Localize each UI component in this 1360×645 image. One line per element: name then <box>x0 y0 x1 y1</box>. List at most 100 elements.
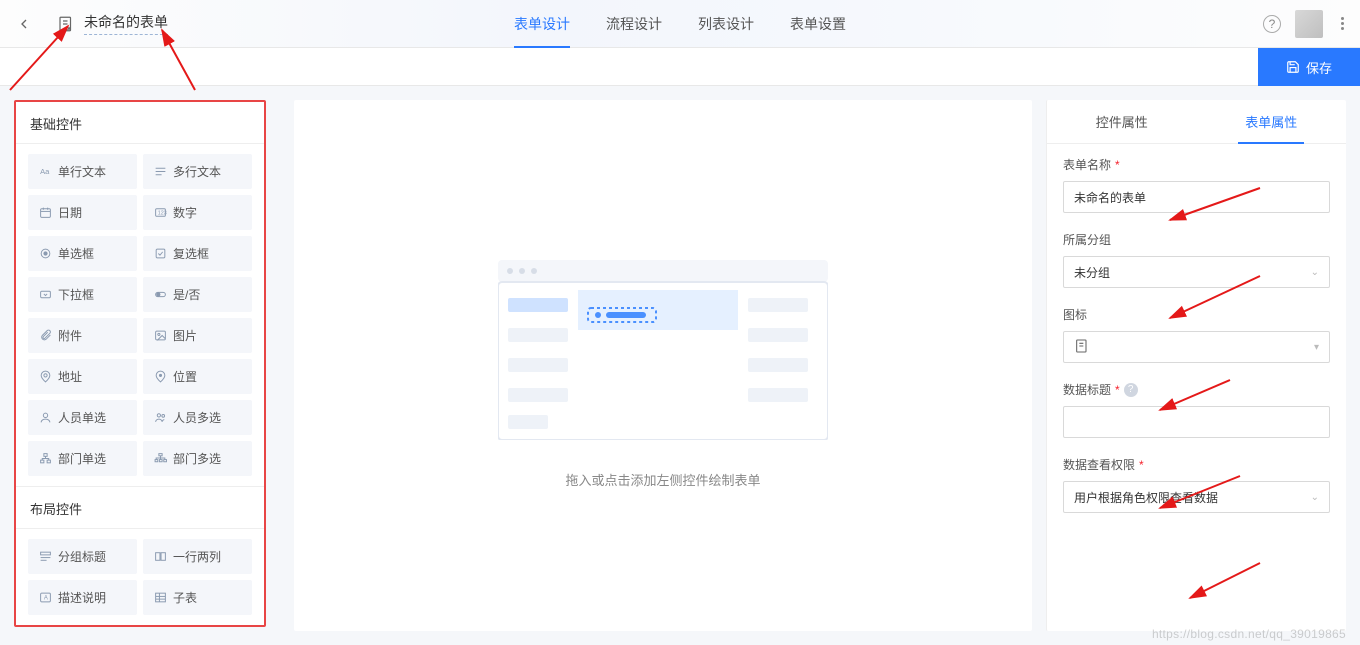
widget-item-label: 人员单选 <box>58 409 106 426</box>
more-menu-icon[interactable] <box>1337 13 1348 34</box>
widget-multitext[interactable]: 多行文本 <box>143 154 252 189</box>
location-icon <box>153 370 167 384</box>
top-tabs: 表单设计 流程设计 列表设计 表单设置 <box>514 0 846 48</box>
basic-widgets-grid: Aa 单行文本 多行文本日期 123 数字单选框 复选框下拉框 是/否附件 图片地址 位置人员单… <box>16 144 264 486</box>
widget-item-label: 单选框 <box>58 245 94 262</box>
number-icon: 123 <box>153 206 167 220</box>
select-view-permission-value: 用户根据角色权限查看数据 <box>1074 489 1218 506</box>
widget-user[interactable]: 人员单选 <box>28 400 137 435</box>
widget-text[interactable]: Aa 单行文本 <box>28 154 137 189</box>
dept-icon <box>38 452 52 466</box>
chevron-down-icon: ▾ <box>1314 342 1319 353</box>
canvas-dropzone[interactable]: 拖入或点击添加左侧控件绘制表单 <box>294 100 1032 631</box>
widget-item-label: 单行文本 <box>58 163 106 180</box>
icon-preview <box>1074 338 1090 357</box>
tab-form-settings[interactable]: 表单设置 <box>790 0 846 48</box>
users-icon <box>153 411 167 425</box>
tab-flow-design[interactable]: 流程设计 <box>606 0 662 48</box>
label-view-permission: 数据查看权限* <box>1063 456 1330 473</box>
checkbox-icon <box>153 247 167 261</box>
save-button-label: 保存 <box>1306 58 1332 77</box>
desc-icon: A <box>38 591 52 605</box>
subtable-icon <box>153 591 167 605</box>
widget-location[interactable]: 位置 <box>143 359 252 394</box>
form-title[interactable]: 未命名的表单 <box>84 12 168 35</box>
help-icon[interactable]: ? <box>1263 15 1281 33</box>
widget-attach[interactable]: 附件 <box>28 318 137 353</box>
svg-text:A: A <box>43 596 47 602</box>
select-group-value: 未分组 <box>1074 264 1110 281</box>
help-icon[interactable]: ? <box>1124 383 1138 397</box>
user-icon <box>38 411 52 425</box>
svg-text:Aa: Aa <box>40 167 50 176</box>
image-icon <box>153 329 167 343</box>
svg-text:123: 123 <box>157 211 166 217</box>
tab-list-design[interactable]: 列表设计 <box>698 0 754 48</box>
select-view-permission[interactable]: 用户根据角色权限查看数据 ⌄ <box>1063 481 1330 513</box>
widget-item-label: 地址 <box>58 368 82 385</box>
group-title-basic: 基础控件 <box>16 102 264 144</box>
widget-date[interactable]: 日期 <box>28 195 137 230</box>
save-button[interactable]: 保存 <box>1258 48 1360 86</box>
group-title-layout: 布局控件 <box>16 486 264 529</box>
group-title-icon <box>38 550 52 564</box>
widget-panel: 基础控件 Aa 单行文本 多行文本日期 123 数字单选框 复选框下拉框 是/否附件 图片地址… <box>0 86 280 645</box>
widget-item-label: 部门多选 <box>173 450 221 467</box>
widget-item-label: 位置 <box>173 368 197 385</box>
field-view-permission: 数据查看权限* 用户根据角色权限查看数据 ⌄ <box>1063 456 1330 513</box>
toolbar: 保存 <box>0 48 1360 86</box>
group-title-system: 系统控件 <box>14 627 266 645</box>
placeholder-illustration <box>498 260 828 440</box>
header-right: ? <box>1263 10 1348 38</box>
depts-icon <box>153 452 167 466</box>
select-group[interactable]: 未分组 ⌄ <box>1063 256 1330 288</box>
properties-body: 表单名称* 所属分组 未分组 ⌄ 图标 ▾ <box>1047 144 1346 543</box>
widget-desc[interactable]: A 描述说明 <box>28 580 137 615</box>
widget-item-label: 图片 <box>173 327 197 344</box>
widget-depts[interactable]: 部门多选 <box>143 441 252 476</box>
widget-image[interactable]: 图片 <box>143 318 252 353</box>
layout-widgets-grid: 分组标题 一行两列 A 描述说明 子表 <box>16 529 264 625</box>
switch-icon <box>153 288 167 302</box>
widget-subtable[interactable]: 子表 <box>143 580 252 615</box>
input-data-title[interactable] <box>1063 406 1330 438</box>
widget-dropdown[interactable]: 下拉框 <box>28 277 137 312</box>
chevron-down-icon: ⌄ <box>1311 267 1319 278</box>
title-area: 未命名的表单 <box>48 12 168 35</box>
widget-item-label: 是/否 <box>173 286 200 303</box>
widget-radio[interactable]: 单选框 <box>28 236 137 271</box>
widget-two-col[interactable]: 一行两列 <box>143 539 252 574</box>
widget-item-label: 部门单选 <box>58 450 106 467</box>
properties-panel: 控件属性 表单属性 表单名称* 所属分组 未分组 ⌄ 图标 <box>1046 100 1346 631</box>
widget-group-title[interactable]: 分组标题 <box>28 539 137 574</box>
input-form-name[interactable] <box>1063 181 1330 213</box>
chevron-down-icon: ⌄ <box>1311 492 1319 503</box>
tab-widget-props[interactable]: 控件属性 <box>1047 100 1197 143</box>
widget-number[interactable]: 123 数字 <box>143 195 252 230</box>
dropdown-icon <box>38 288 52 302</box>
widget-switch[interactable]: 是/否 <box>143 277 252 312</box>
form-icon <box>56 14 76 34</box>
widget-item-label: 数字 <box>173 204 197 221</box>
widget-item-label: 复选框 <box>173 245 209 262</box>
widget-item-label: 多行文本 <box>173 163 221 180</box>
field-icon: 图标 ▾ <box>1063 306 1330 363</box>
widget-checkbox[interactable]: 复选框 <box>143 236 252 271</box>
widget-dept[interactable]: 部门单选 <box>28 441 137 476</box>
widget-address[interactable]: 地址 <box>28 359 137 394</box>
widget-users[interactable]: 人员多选 <box>143 400 252 435</box>
text-icon: Aa <box>38 165 52 179</box>
tab-form-design[interactable]: 表单设计 <box>514 0 570 48</box>
widget-item-label: 一行两列 <box>173 548 221 565</box>
avatar[interactable] <box>1295 10 1323 38</box>
widget-item-label: 人员多选 <box>173 409 221 426</box>
multitext-icon <box>153 165 167 179</box>
radio-icon <box>38 247 52 261</box>
select-icon[interactable]: ▾ <box>1063 331 1330 363</box>
label-form-name: 表单名称* <box>1063 156 1330 173</box>
date-icon <box>38 206 52 220</box>
tab-form-props[interactable]: 表单属性 <box>1197 100 1347 143</box>
widget-item-label: 描述说明 <box>58 589 106 606</box>
back-button[interactable] <box>0 0 48 48</box>
properties-tabs: 控件属性 表单属性 <box>1047 100 1346 144</box>
